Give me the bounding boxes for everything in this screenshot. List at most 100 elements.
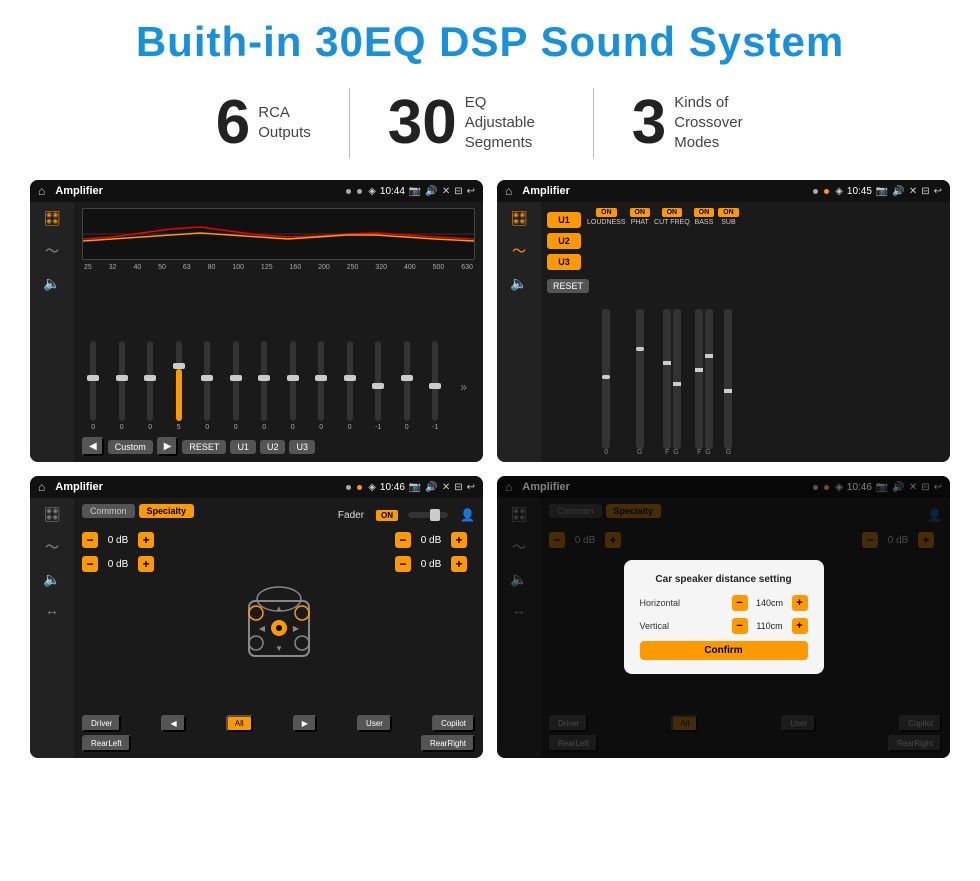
- svg-text:▼: ▼: [275, 644, 283, 653]
- crossover-sidebar-speaker[interactable]: 🔈: [510, 275, 527, 292]
- eq-u3-btn[interactable]: U3: [289, 440, 315, 454]
- fader-status-icons: ◈ 10:46 📷 🔊 ✕ ⊟ ↩: [368, 482, 475, 493]
- fader-on-btn[interactable]: ON: [376, 510, 398, 521]
- crossover-sidebar: 🎛 〜 🔈: [497, 202, 541, 462]
- fader-screen-content: 🎛 〜 🔈 ↔ Common Specialty Fader ON: [30, 498, 483, 758]
- fader-top-row: Common Specialty Fader ON 👤: [82, 504, 475, 526]
- fader-dot-1: [346, 485, 351, 490]
- fader-btn-rearleft[interactable]: RearLeft: [82, 735, 131, 752]
- fader-track[interactable]: [408, 512, 448, 518]
- distance-dialog-overlay: Car speaker distance setting Horizontal …: [497, 476, 950, 758]
- crossover-close: ✕: [909, 186, 917, 197]
- eq-sidebar-wave[interactable]: 〜: [45, 241, 59, 261]
- eq-freq-labels: 25 32 40 50 63 80 100 125 160 200 250 32…: [82, 264, 475, 271]
- db-control-4: − 0 dB +: [395, 556, 475, 572]
- eq-preset-label[interactable]: Custom: [108, 440, 153, 454]
- eq-u1-btn[interactable]: U1: [230, 440, 256, 454]
- fader-knob[interactable]: [430, 509, 440, 521]
- fader-sidebar-eq[interactable]: 🎛: [43, 506, 61, 523]
- fader-right-controls: − 0 dB + − 0 dB +: [395, 532, 475, 709]
- cutfreq-on[interactable]: ON: [662, 208, 683, 217]
- features-row: 6 RCA Outputs 30 EQ Adjustable Segments …: [30, 88, 950, 158]
- crossover-sidebar-wave[interactable]: 〜: [512, 241, 526, 261]
- crossover-screen: ⌂ Amplifier ◈ 10:45 📷 🔊 ✕ ⊟ ↩ 🎛 〜: [497, 180, 950, 462]
- crossover-sidebar-eq[interactable]: 🎛: [510, 210, 528, 227]
- fader-tab-specialty[interactable]: Specialty: [139, 504, 195, 518]
- confirm-button[interactable]: Confirm: [640, 641, 808, 660]
- eq-expand-arrow[interactable]: »: [453, 341, 476, 431]
- eq-sidebar-speaker[interactable]: 🔈: [43, 275, 60, 292]
- profile-icon[interactable]: 👤: [460, 508, 475, 522]
- eq-reset-btn[interactable]: RESET: [182, 440, 226, 454]
- db-minus-2[interactable]: −: [82, 556, 98, 572]
- loudness-on[interactable]: ON: [596, 208, 617, 217]
- eq-slider-12: -1: [424, 341, 447, 431]
- eq-slider-10: -1: [367, 341, 390, 431]
- phat-slider[interactable]: [636, 309, 644, 449]
- fader-sidebar-wave[interactable]: 〜: [45, 537, 59, 557]
- db-plus-1[interactable]: +: [138, 532, 154, 548]
- eq-u2-btn[interactable]: U2: [260, 440, 286, 454]
- eq-slider-7: 0: [282, 341, 305, 431]
- loudness-slider[interactable]: [602, 309, 610, 449]
- bass-slider-g[interactable]: [705, 309, 713, 449]
- eq-track-0[interactable]: [90, 341, 96, 421]
- bass-on[interactable]: ON: [694, 208, 715, 217]
- fader-left-controls: − 0 dB + − 0 dB +: [82, 532, 162, 709]
- crossover-status-bar: ⌂ Amplifier ◈ 10:45 📷 🔊 ✕ ⊟ ↩: [497, 180, 950, 202]
- crossover-window: ⊟: [921, 186, 929, 197]
- crossover-camera: 📷: [876, 186, 888, 197]
- crossover-time: 10:45: [847, 186, 872, 197]
- fader-btn-user[interactable]: User: [357, 715, 392, 732]
- fader-btn-all[interactable]: All: [226, 715, 253, 732]
- fader-btn-right-arrow[interactable]: ▶: [293, 715, 317, 732]
- crossover-u1[interactable]: U1: [547, 212, 581, 228]
- eq-slider-8: 0: [310, 341, 333, 431]
- crossover-u3[interactable]: U3: [547, 254, 581, 270]
- dialog-horizontal-minus[interactable]: −: [732, 595, 748, 611]
- crossover-back[interactable]: ↩: [934, 186, 942, 197]
- cutfreq-slider-f[interactable]: [663, 309, 671, 449]
- crossover-reset-btn[interactable]: RESET: [547, 279, 589, 293]
- fader-camera: 📷: [409, 482, 421, 493]
- db-plus-3[interactable]: +: [451, 532, 467, 548]
- fader-sidebar-speaker[interactable]: 🔈: [43, 571, 60, 588]
- fader-back[interactable]: ↩: [467, 482, 475, 493]
- db-minus-4[interactable]: −: [395, 556, 411, 572]
- db-plus-4[interactable]: +: [451, 556, 467, 572]
- fader-sidebar-arrows[interactable]: ↔: [45, 602, 59, 618]
- db-minus-3[interactable]: −: [395, 532, 411, 548]
- dialog-horizontal-plus[interactable]: +: [792, 595, 808, 611]
- channel-bass: ON BASS F G: [694, 208, 715, 456]
- db-plus-2[interactable]: +: [138, 556, 154, 572]
- back-icon[interactable]: ↩: [467, 186, 475, 197]
- cutfreq-slider-g[interactable]: [673, 309, 681, 449]
- fader-tab-common[interactable]: Common: [82, 504, 135, 518]
- fader-slider-h: [408, 512, 448, 518]
- eq-slider-4: 0: [196, 341, 219, 431]
- fader-home-icon[interactable]: ⌂: [38, 480, 45, 494]
- eq-next-btn[interactable]: ▶: [157, 437, 179, 456]
- dialog-vertical-plus[interactable]: +: [792, 618, 808, 634]
- phat-on[interactable]: ON: [630, 208, 651, 217]
- crossover-home-icon[interactable]: ⌂: [505, 184, 512, 198]
- eq-sidebar-tuning[interactable]: 🎛: [43, 210, 61, 227]
- dialog-vertical-row: Vertical − 110cm +: [640, 618, 808, 634]
- sub-on[interactable]: ON: [718, 208, 739, 217]
- eq-time: 10:44: [380, 186, 405, 197]
- sub-slider[interactable]: [724, 309, 732, 449]
- dialog-vertical-minus[interactable]: −: [732, 618, 748, 634]
- fader-btn-copilot[interactable]: Copilot: [432, 715, 475, 732]
- eq-curve: [82, 208, 475, 260]
- fader-btn-rearright[interactable]: RearRight: [421, 735, 475, 752]
- db-control-1: − 0 dB +: [82, 532, 162, 548]
- fader-btn-left-arrow[interactable]: ◀: [161, 715, 185, 732]
- db-minus-1[interactable]: −: [82, 532, 98, 548]
- eq-status-bar: ⌂ Amplifier ◈ 10:44 📷 🔊 ✕ ⊟ ↩: [30, 180, 483, 202]
- fader-btn-driver[interactable]: Driver: [82, 715, 121, 732]
- feature-text-eq: EQ Adjustable Segments: [465, 93, 555, 154]
- home-icon[interactable]: ⌂: [38, 184, 45, 198]
- crossover-u2[interactable]: U2: [547, 233, 581, 249]
- bass-slider-f[interactable]: [695, 309, 703, 449]
- eq-prev-btn[interactable]: ◀: [82, 437, 104, 456]
